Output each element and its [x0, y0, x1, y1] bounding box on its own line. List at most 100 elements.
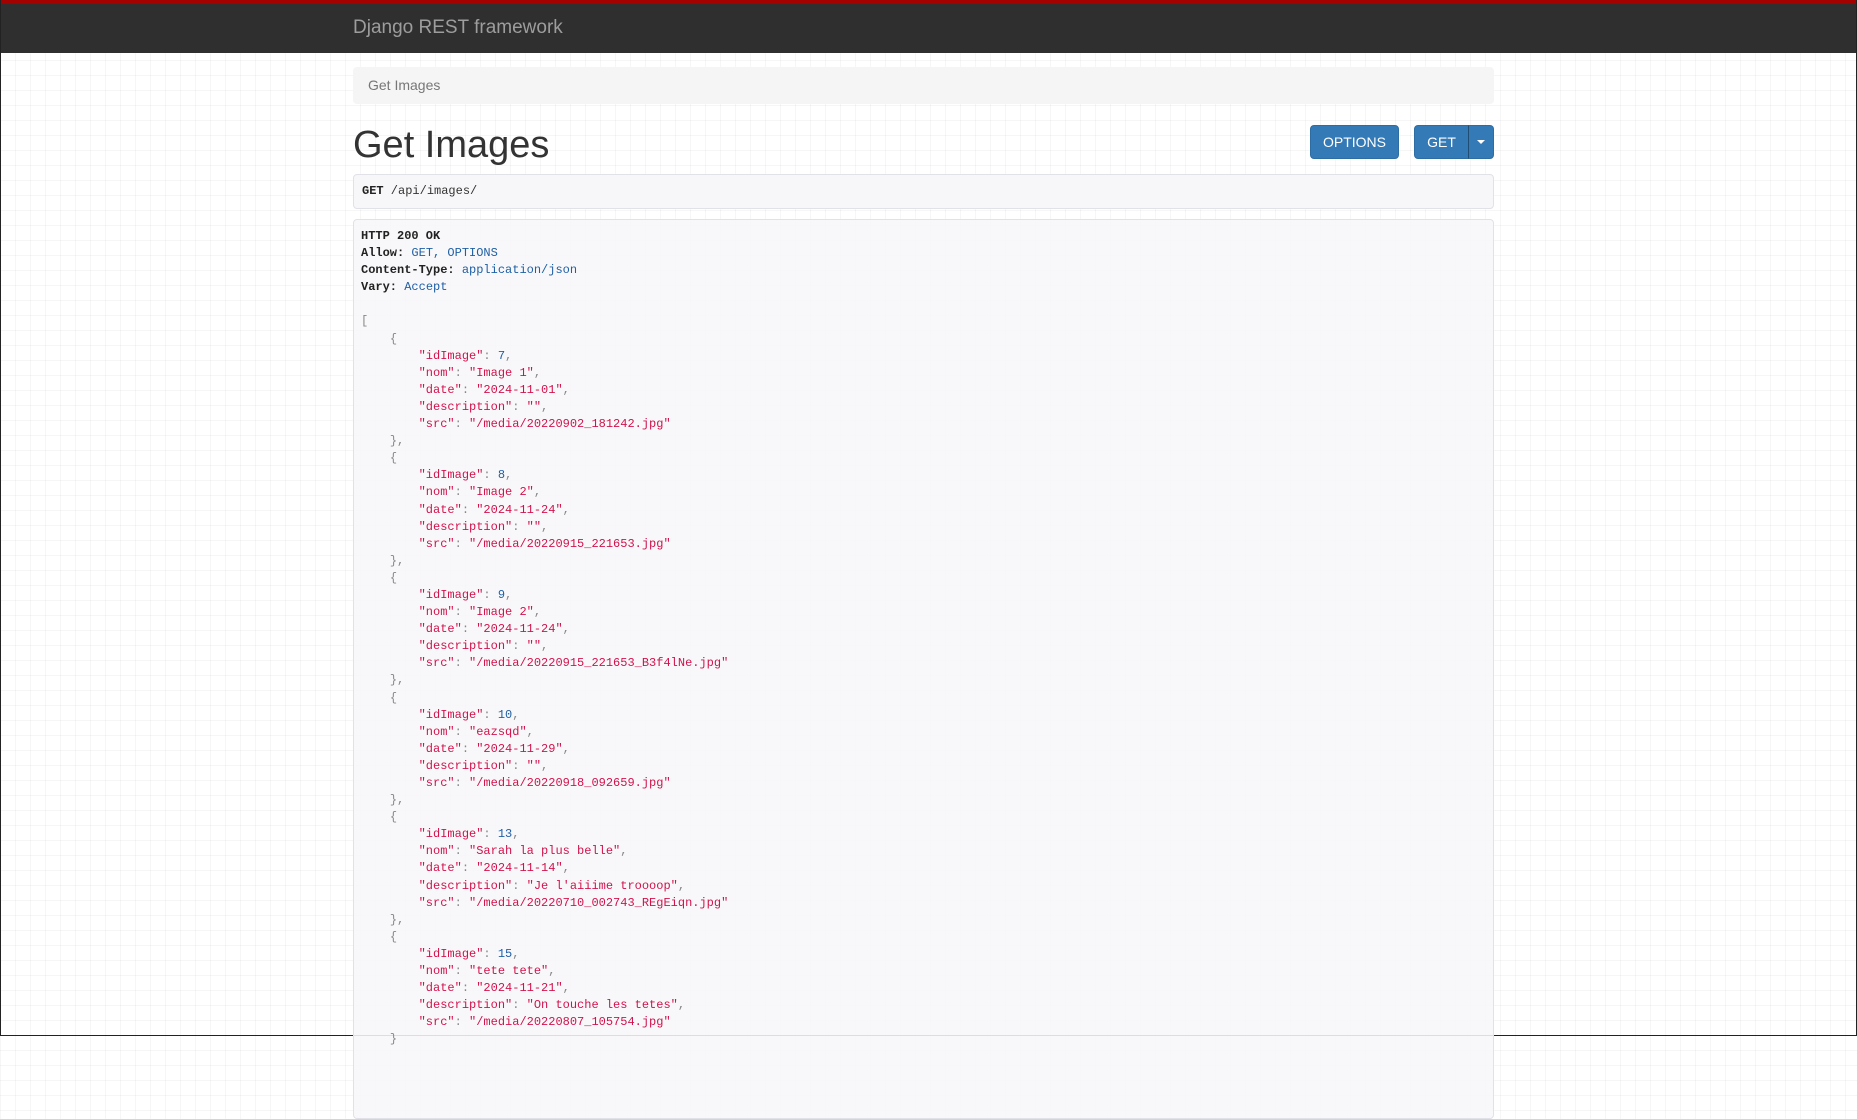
- json-comma: ,: [620, 844, 628, 859]
- json-brace: }: [389, 793, 398, 808]
- response-header-value: application/json: [461, 263, 578, 278]
- json-key: "date": [418, 502, 462, 517]
- json-line: },: [361, 792, 1486, 809]
- json-line: "date": "2024-11-01",: [361, 382, 1486, 399]
- response-info: HTTP 200 OK Allow: GET, OPTIONS Content-Ty…: [353, 219, 1494, 1119]
- response-header-line: Allow: GET, OPTIONS: [361, 245, 1486, 262]
- json-comma: ,: [533, 485, 542, 500]
- main-container: Get Images Get Images OPTIONS GET GET /a…: [353, 67, 1494, 1119]
- json-line: "nom": "Image 1",: [361, 365, 1486, 382]
- json-string: "/media/20220918_092659.jpg": [469, 776, 671, 790]
- json-colon: :: [454, 417, 470, 432]
- json-string: "": [526, 758, 542, 773]
- json-line: "src": "/media/20220918_092659.jpg": [361, 775, 1486, 792]
- json-key: "description": [418, 878, 513, 893]
- get-format-dropdown-toggle[interactable]: [1468, 125, 1494, 159]
- json-colon: :: [454, 776, 470, 790]
- json-comma: ,: [562, 382, 570, 397]
- request-method: GET: [362, 184, 384, 198]
- json-key: "date": [418, 622, 462, 637]
- json-line: },: [361, 912, 1486, 929]
- get-button[interactable]: GET: [1414, 125, 1469, 159]
- request-path: /api/images/: [383, 184, 478, 198]
- json-string: "On touche les tetes": [526, 998, 678, 1013]
- response-status: HTTP 200 OK: [361, 229, 441, 243]
- json-string: "/media/20220807_105754.jpg": [469, 1015, 671, 1030]
- json-string: "Image 2": [469, 605, 534, 620]
- json-line: "nom": "Sarah la plus belle",: [361, 843, 1486, 860]
- json-number: 15: [497, 946, 513, 961]
- json-comma: ,: [397, 673, 405, 688]
- json-line: "description": "",: [361, 519, 1486, 536]
- response-status-line: HTTP 200 OK: [361, 228, 1486, 245]
- json-colon: :: [512, 399, 527, 414]
- json-line: "idImage": 9,: [361, 587, 1486, 604]
- json-key: "src": [418, 895, 455, 910]
- json-comma: ,: [562, 502, 570, 517]
- json-comma: ,: [526, 724, 534, 739]
- json-colon: :: [454, 365, 470, 380]
- breadcrumb: Get Images: [353, 67, 1494, 104]
- json-brace: }: [389, 553, 398, 568]
- response-header-name: Content-Type:: [361, 263, 455, 278]
- json-colon: :: [454, 895, 470, 910]
- options-button[interactable]: OPTIONS: [1310, 125, 1399, 159]
- json-line: "date": "2024-11-24",: [361, 621, 1486, 638]
- json-string: "2024-11-01": [476, 382, 563, 397]
- json-colon: :: [512, 998, 527, 1013]
- json-string: "2024-11-14": [476, 861, 563, 876]
- response-header-value: Accept: [404, 280, 448, 295]
- json-line: {: [361, 570, 1486, 587]
- json-brace: }: [389, 434, 398, 449]
- json-colon: :: [483, 587, 498, 602]
- response-header-name: Vary:: [361, 280, 398, 295]
- brand-link[interactable]: Django REST framework: [353, 17, 563, 39]
- navbar: Django REST framework: [1, 0, 1856, 53]
- json-line: "src": "/media/20220902_181242.jpg": [361, 416, 1486, 433]
- json-key: "description": [418, 519, 513, 534]
- json-line: "description": "Je l'aiiime troooop",: [361, 878, 1486, 895]
- response-header-value: GET, OPTIONS: [411, 246, 498, 261]
- json-comma: ,: [512, 946, 520, 961]
- json-colon: :: [483, 946, 498, 961]
- json-key: "idImage": [418, 468, 484, 483]
- json-key: "nom": [418, 605, 455, 620]
- json-comma: ,: [548, 964, 556, 979]
- json-colon: :: [512, 519, 527, 534]
- json-string: "/media/20220710_002743_REgEiqn.jpg": [469, 895, 729, 910]
- json-key: "nom": [418, 724, 455, 739]
- breadcrumb-item-get-images[interactable]: Get Images: [368, 77, 440, 93]
- json-comma: ,: [541, 399, 549, 414]
- json-comma: ,: [397, 553, 405, 568]
- json-string: "eazsqd": [469, 724, 527, 739]
- json-colon: :: [461, 502, 477, 517]
- json-colon: :: [461, 382, 477, 397]
- json-key: "nom": [418, 844, 455, 859]
- json-line: {: [361, 809, 1486, 826]
- response-header-name: Allow:: [361, 246, 405, 261]
- json-colon: :: [461, 741, 477, 756]
- json-colon: :: [483, 707, 498, 722]
- json-key: "idImage": [418, 587, 484, 602]
- json-string: "/media/20220902_181242.jpg": [469, 417, 671, 432]
